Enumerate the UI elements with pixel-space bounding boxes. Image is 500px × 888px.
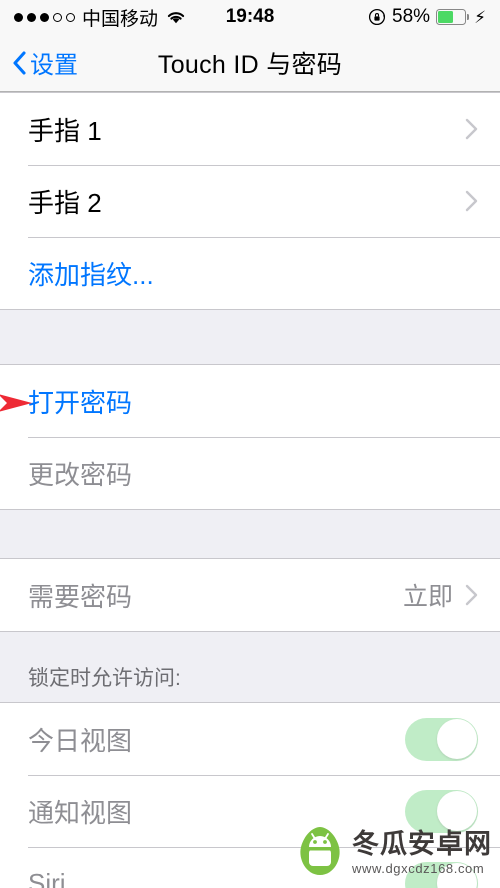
section-header-allow-access: 锁定时允许访问: [0,632,500,702]
row-today-view[interactable]: 今日视图 [0,703,500,775]
require-passcode-group: 需要密码 立即 [0,558,500,632]
row-accessory [405,861,478,888]
allow-access-group: 今日视图 通知视图 Siri [0,702,500,888]
row-value: 立即 [402,583,453,611]
signal-dot-empty [53,12,62,22]
row-label: 更改密码 [28,459,133,490]
row-accessory [405,717,478,761]
passcode-group: 打开密码 更改密码 [0,364,500,510]
row-label: 通知视图 [28,797,133,828]
fingerprints-group: 手指 1 手指 2 添加指纹... [0,92,500,310]
chevron-right-icon [465,190,478,212]
iphone-screen: 中国移动 19:48 58% ⚡ 设置 Touch ID 与密码 手指 1 手指… [0,0,500,888]
toggle-knob [436,863,477,888]
toggle-notifications-view[interactable] [405,789,478,833]
lightning-bolt-icon: ⚡ [474,7,486,27]
chevron-left-icon [12,50,26,75]
row-finger-1[interactable]: 手指 1 [0,93,500,165]
battery-percent-label: 58% [392,6,431,27]
row-change-passcode[interactable]: 更改密码 [0,437,500,509]
signal-strength-dots [14,12,75,22]
carrier-label: 中国移动 [82,8,159,30]
status-bar-right: 58% ⚡ [368,6,486,28]
section-gap [0,510,500,558]
row-label: 手指 2 [28,187,102,218]
row-add-fingerprint[interactable]: 添加指纹... [0,237,500,309]
signal-dot-empty [66,12,75,22]
row-turn-passcode-on[interactable]: 打开密码 [0,365,500,437]
toggle-siri[interactable] [405,861,478,888]
row-require-passcode[interactable]: 需要密码 立即 [0,559,500,631]
row-accessory [405,789,478,833]
toggle-knob [436,791,477,831]
signal-dot-filled [14,12,23,22]
chevron-right-icon [465,584,478,606]
row-label: 打开密码 [28,387,133,418]
row-accessory [465,118,478,140]
back-button-label: 设置 [30,52,78,79]
toggle-today-view[interactable] [405,717,478,761]
chevron-right-icon [465,118,478,140]
signal-dot-filled [40,12,49,22]
row-label: 今日视图 [28,725,133,756]
row-siri[interactable]: Siri [0,847,500,888]
navigation-bar: 设置 Touch ID 与密码 [0,34,500,92]
status-bar-left: 中国移动 [14,4,187,31]
row-label: 手指 1 [28,115,102,146]
row-label: Siri [28,867,66,888]
rotation-lock-icon [368,8,386,26]
row-accessory: 立即 [403,577,478,613]
status-bar: 中国移动 19:48 58% ⚡ [0,0,500,34]
signal-dot-filled [27,12,36,22]
wifi-icon [165,9,187,25]
toggle-knob [436,719,477,759]
battery-icon [436,9,470,25]
row-label: 需要密码 [28,581,133,612]
row-accessory [465,190,478,212]
row-notifications-view[interactable]: 通知视图 [0,775,500,847]
section-gap [0,310,500,364]
row-finger-2[interactable]: 手指 2 [0,165,500,237]
back-button[interactable]: 设置 [0,45,78,80]
row-label: 添加指纹... [28,259,154,290]
